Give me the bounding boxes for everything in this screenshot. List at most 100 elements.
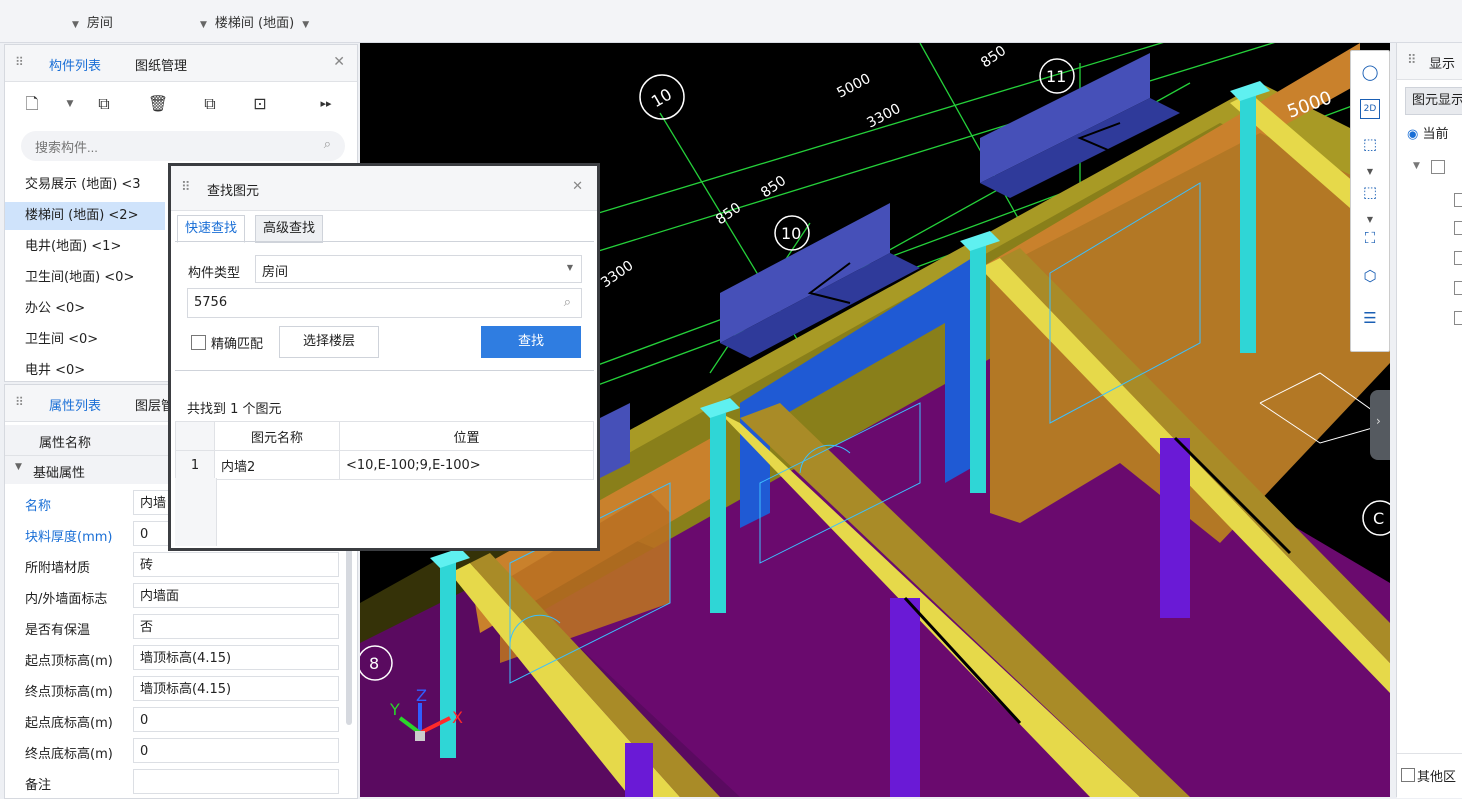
axis-y-label: Y	[389, 700, 400, 719]
select-floor-button[interactable]: 选择楼层	[279, 326, 379, 358]
copy-icon[interactable]: ⧉	[93, 93, 115, 115]
property-value[interactable]: 0	[133, 707, 339, 732]
element-name-cell[interactable]: 内墙2	[214, 450, 340, 480]
close-icon[interactable]: ✕	[333, 54, 345, 70]
tree-checkbox[interactable]	[1454, 251, 1462, 265]
drag-grip-icon[interactable]: ⠿	[181, 180, 191, 195]
find-button[interactable]: 查找	[481, 326, 581, 358]
3d-box-icon[interactable]: ⬚	[1359, 133, 1381, 155]
axis-bubble-label: 10	[781, 224, 801, 243]
property-name: 备注	[25, 778, 52, 793]
section-divider	[175, 370, 594, 371]
component-panel-tabs: ⠿ 构件列表 图纸管理 ✕	[5, 45, 357, 82]
dim-label: 5000	[834, 71, 873, 102]
component-type-label: 构件类型	[188, 266, 241, 281]
component-search[interactable]: ⌕	[21, 131, 345, 163]
table-row: 起点底标高(m) 0	[5, 707, 339, 734]
property-value[interactable]: 否	[133, 614, 339, 639]
axis-bubble-label: 11	[1046, 67, 1066, 86]
axis-bubble-label: 10	[648, 85, 675, 112]
orbit-icon[interactable]: ◯	[1359, 61, 1381, 83]
chevron-down-icon[interactable]: ▼	[59, 93, 81, 115]
2d-view-icon[interactable]: 2D	[1360, 99, 1380, 119]
tab-component-list[interactable]: 构件列表	[49, 55, 101, 74]
property-value[interactable]: 内墙面	[133, 583, 339, 608]
row-header-empty	[175, 478, 217, 546]
exact-match-checkbox[interactable]	[191, 335, 206, 350]
tree-checkbox[interactable]	[1454, 193, 1462, 207]
display-settings-icon[interactable]: ☰	[1359, 307, 1381, 329]
save-icon[interactable]: ⊡	[249, 93, 271, 115]
zoom-extents-icon[interactable]: ⛶	[1359, 227, 1381, 249]
view-toolbar: ◯ 2D ⬚ ▼ ⬚ ▼ ⛶ ⬡ ☰	[1350, 50, 1390, 352]
property-name-header: 属性名称	[39, 436, 92, 451]
solid-box-icon[interactable]: ⬚	[1359, 181, 1381, 203]
table-row: 终点顶标高(m) 墙顶标高(4.15)	[5, 676, 339, 703]
chevron-down-icon[interactable]: ▼	[1359, 161, 1381, 183]
list-item[interactable]: 楼梯间 (地面) <2>	[5, 202, 165, 230]
tab-drawing-management[interactable]: 图纸管理	[135, 55, 187, 74]
close-icon[interactable]: ✕	[572, 179, 583, 194]
property-value[interactable]: 砖	[133, 552, 339, 577]
tab-element-display[interactable]: 图元显示	[1405, 87, 1462, 115]
component-type-select[interactable]: 房间 ▼	[255, 255, 582, 283]
drag-grip-icon[interactable]: ⠿	[15, 55, 24, 69]
tree-checkbox[interactable]	[1454, 281, 1462, 295]
axis-x-label: X	[452, 708, 463, 727]
tab-property-list[interactable]: 属性列表	[49, 395, 101, 414]
new-component-icon[interactable]: 🗋	[21, 93, 43, 115]
top-toolbar: ▼ 房间 ▼ 楼梯间 (地面) ▼	[0, 0, 1462, 43]
display-panel-footer: 其他区	[1397, 753, 1462, 798]
dim-label: 850	[978, 43, 1009, 71]
collapse-panel-handle[interactable]: ›	[1370, 390, 1390, 460]
view-cube-icon[interactable]: ⬡	[1359, 265, 1381, 287]
element-type-combo[interactable]: ▼ 房间	[72, 12, 113, 31]
other-area-checkbox[interactable]	[1401, 768, 1415, 782]
property-value[interactable]: 墙顶标高(4.15)	[133, 645, 339, 670]
tree-checkbox[interactable]	[1454, 221, 1462, 235]
tree-checkbox[interactable]	[1431, 160, 1445, 174]
find-element-dialog: ⠿ 查找图元 ✕ 快速查找 高级查找 构件类型 房间 ▼ 5756 ⌕ 精确匹配…	[168, 163, 600, 551]
property-name: 是否有保温	[25, 623, 91, 638]
delete-icon[interactable]: 🗑	[147, 93, 169, 115]
row-index: 1	[175, 450, 215, 480]
property-value[interactable]	[133, 769, 339, 794]
find-search-value[interactable]: 5756	[194, 295, 227, 310]
property-name: 块料厚度(mm)	[25, 530, 113, 545]
tab-advanced-find[interactable]: 高级查找	[255, 215, 324, 243]
property-name: 终点底标高(m)	[25, 747, 113, 762]
chevron-down-icon[interactable]: ▼	[1413, 161, 1420, 171]
display-settings-panel: ⠿ 显示 图元显示 ◉ 当前 ▼ 其他区	[1396, 43, 1462, 798]
search-icon[interactable]: ⌕	[324, 137, 331, 152]
component-combo[interactable]: ▼ 楼梯间 (地面) ▼	[200, 12, 317, 31]
table-row[interactable]: 1 内墙2 <10,E-100;9,E-100>	[175, 450, 594, 480]
more-icon[interactable]: ▸▸	[315, 93, 337, 115]
component-search-input[interactable]	[21, 131, 317, 163]
property-value[interactable]: 0	[133, 738, 339, 763]
tab-quick-find[interactable]: 快速查找	[177, 215, 246, 243]
search-icon[interactable]: ⌕	[564, 295, 571, 310]
tab-divider	[175, 241, 594, 242]
table-row: 所附墙材质 砖	[5, 552, 339, 579]
dialog-title-bar[interactable]: ⠿ 查找图元 ✕	[171, 166, 597, 211]
axis-bubble-label: 8	[369, 654, 379, 673]
find-search-field[interactable]: 5756 ⌕	[187, 288, 582, 318]
current-radio[interactable]: ◉ 当前	[1407, 123, 1449, 142]
property-value[interactable]: 墙顶标高(4.15)	[133, 676, 339, 701]
table-row: 是否有保温 否	[5, 614, 339, 641]
table-row: 备注	[5, 769, 339, 796]
dim-label: 3300	[598, 258, 636, 292]
chevron-down-icon: ▼	[302, 20, 310, 30]
drag-grip-icon[interactable]: ⠿	[15, 395, 24, 409]
tree-checkbox[interactable]	[1454, 311, 1462, 325]
table-row: 内/外墙面标志 内墙面	[5, 583, 339, 610]
property-name: 所附墙材质	[25, 561, 91, 576]
property-name: 内/外墙面标志	[25, 592, 108, 607]
dialog-title: 查找图元	[207, 184, 260, 199]
property-name: 起点顶标高(m)	[25, 654, 113, 669]
drag-grip-icon[interactable]: ⠿	[1407, 53, 1417, 68]
position-cell[interactable]: <10,E-100;9,E-100>	[339, 450, 594, 480]
result-table: 图元名称 位置 1 内墙2 <10,E-100;9,E-100>	[175, 421, 594, 480]
result-table-header: 图元名称 位置	[175, 421, 594, 451]
layer-copy-icon[interactable]: ⧉	[199, 93, 221, 115]
